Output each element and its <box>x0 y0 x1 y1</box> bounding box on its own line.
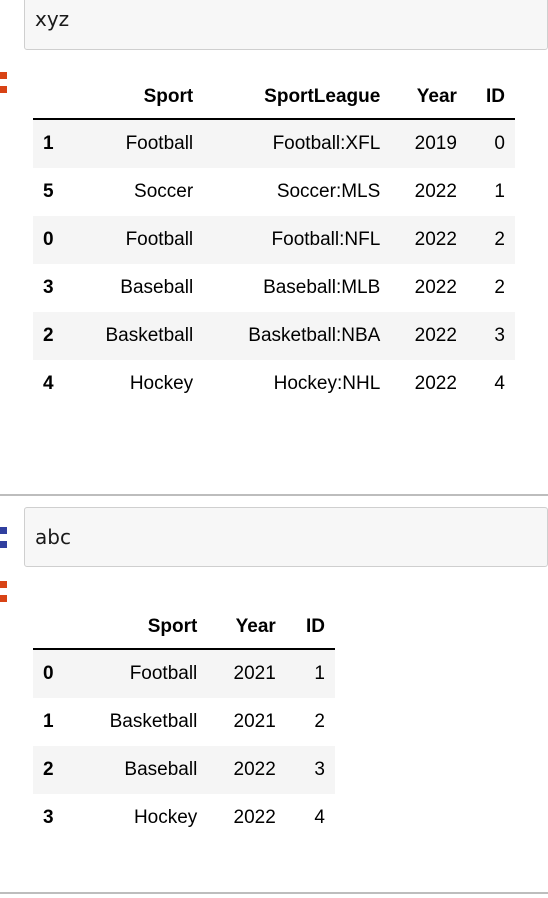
dataframe-head-2: Sport Year ID <box>33 610 335 649</box>
table-row: 4 Hockey Hockey:NHL 2022 4 <box>33 360 515 408</box>
row-index: 0 <box>43 663 54 684</box>
prompt-dot-icon <box>0 527 7 534</box>
cell-sport: Hockey <box>129 373 194 394</box>
dataframe-container-1: Sport SportLeague Year ID 1 Football Foo… <box>33 80 515 408</box>
table-row: 3 Baseball Baseball:MLB 2022 2 <box>33 264 515 312</box>
row-index: 3 <box>43 277 54 298</box>
row-index: 0 <box>43 229 54 250</box>
column-header-id: ID <box>486 86 505 107</box>
output-cell-dataframe-2: Sport Year ID 0 Football 2021 1 1 Basket… <box>0 578 548 878</box>
cell-separator-bottom <box>0 892 548 894</box>
cell-sportleague: Baseball:MLB <box>263 277 381 298</box>
cell-sport: Football <box>125 133 194 154</box>
dataframe-container-2: Sport Year ID 0 Football 2021 1 1 Basket… <box>33 610 335 842</box>
out-prompt-marker-2 <box>0 581 24 609</box>
dataframe-head-1: Sport SportLeague Year ID <box>33 80 515 119</box>
row-index: 2 <box>43 325 54 346</box>
cell-id: 3 <box>494 325 505 346</box>
dataframe-table-2: Sport Year ID 0 Football 2021 1 1 Basket… <box>33 610 335 842</box>
row-index: 3 <box>43 807 54 828</box>
cell-year: 2022 <box>414 373 457 394</box>
column-header-id: ID <box>306 616 325 637</box>
cell-year: 2022 <box>414 325 457 346</box>
table-row: 3 Hockey 2022 4 <box>33 794 335 842</box>
cell-year: 2021 <box>233 711 276 732</box>
cell-year: 2022 <box>414 229 457 250</box>
cell-sport: Football <box>125 229 194 250</box>
cell-sportleague: Hockey:NHL <box>273 373 381 394</box>
column-header-sportleague: SportLeague <box>264 86 381 107</box>
row-index: 1 <box>43 133 54 154</box>
prompt-dot-icon <box>0 86 7 93</box>
cell-year: 2022 <box>414 181 457 202</box>
column-header-year: Year <box>416 86 457 107</box>
cell-sport: Soccer <box>134 181 194 202</box>
table-header-row: Sport Year ID <box>33 610 335 649</box>
table-row: 2 Baseball 2022 3 <box>33 746 335 794</box>
cell-sportleague: Football:XFL <box>272 133 381 154</box>
column-header-index <box>33 610 72 649</box>
row-index: 2 <box>43 759 54 780</box>
cell-sportleague: Soccer:MLS <box>276 181 381 202</box>
cell-year: 2021 <box>233 663 276 684</box>
cell-id: 4 <box>494 373 505 394</box>
cell-id: 2 <box>494 229 505 250</box>
cell-id: 4 <box>314 807 325 828</box>
cell-sport: Basketball <box>105 325 194 346</box>
cell-id: 0 <box>494 133 505 154</box>
dataframe-table-1: Sport SportLeague Year ID 1 Football Foo… <box>33 80 515 408</box>
column-header-sport: Sport <box>143 86 194 107</box>
code-line-xyz: xyz <box>35 7 70 31</box>
out-prompt-marker-1 <box>0 72 24 100</box>
row-index: 4 <box>43 373 54 394</box>
prompt-dot-icon <box>0 72 7 79</box>
code-input-area-abc[interactable]: abc <box>24 507 548 567</box>
prompt-dot-icon <box>0 595 7 602</box>
table-row: 0 Football Football:NFL 2022 2 <box>33 216 515 264</box>
cell-id: 1 <box>314 663 325 684</box>
cell-sportleague: Basketball:NBA <box>248 325 381 346</box>
cell-id: 1 <box>494 181 505 202</box>
cell-sport: Basketball <box>109 711 198 732</box>
table-header-row: Sport SportLeague Year ID <box>33 80 515 119</box>
dataframe-body-2: 0 Football 2021 1 1 Basketball 2021 2 2 … <box>33 649 335 842</box>
cell-id: 2 <box>494 277 505 298</box>
in-prompt-marker <box>0 527 24 555</box>
table-row: 1 Basketball 2021 2 <box>33 698 335 746</box>
column-header-year: Year <box>235 616 276 637</box>
cell-separator-1 <box>0 494 548 496</box>
code-input-area-top[interactable]: xyz <box>24 0 548 50</box>
cell-year: 2022 <box>414 277 457 298</box>
prompt-dot-icon <box>0 581 7 588</box>
code-cell-abc[interactable]: abc <box>0 507 548 569</box>
dataframe-body-1: 1 Football Football:XFL 2019 0 5 Soccer … <box>33 119 515 408</box>
table-row: 0 Football 2021 1 <box>33 649 335 698</box>
table-row: 1 Football Football:XFL 2019 0 <box>33 119 515 168</box>
code-line-abc: abc <box>35 525 71 549</box>
cell-year: 2019 <box>414 133 457 154</box>
cell-sportleague: Football:NFL <box>271 229 381 250</box>
table-row: 2 Basketball Basketball:NBA 2022 3 <box>33 312 515 360</box>
cell-year: 2022 <box>233 759 276 780</box>
prompt-dot-icon <box>0 541 7 548</box>
column-header-index <box>33 80 71 119</box>
cell-year: 2022 <box>233 807 276 828</box>
cell-id: 3 <box>314 759 325 780</box>
cell-sport: Football <box>129 663 198 684</box>
cell-sport: Baseball <box>120 277 194 298</box>
cell-sport: Baseball <box>124 759 198 780</box>
row-index: 5 <box>43 181 54 202</box>
row-index: 1 <box>43 711 54 732</box>
cell-sport: Hockey <box>133 807 198 828</box>
output-cell-dataframe-1: Sport SportLeague Year ID 1 Football Foo… <box>0 70 548 490</box>
table-row: 5 Soccer Soccer:MLS 2022 1 <box>33 168 515 216</box>
cell-id: 2 <box>314 711 325 732</box>
column-header-sport: Sport <box>147 616 198 637</box>
